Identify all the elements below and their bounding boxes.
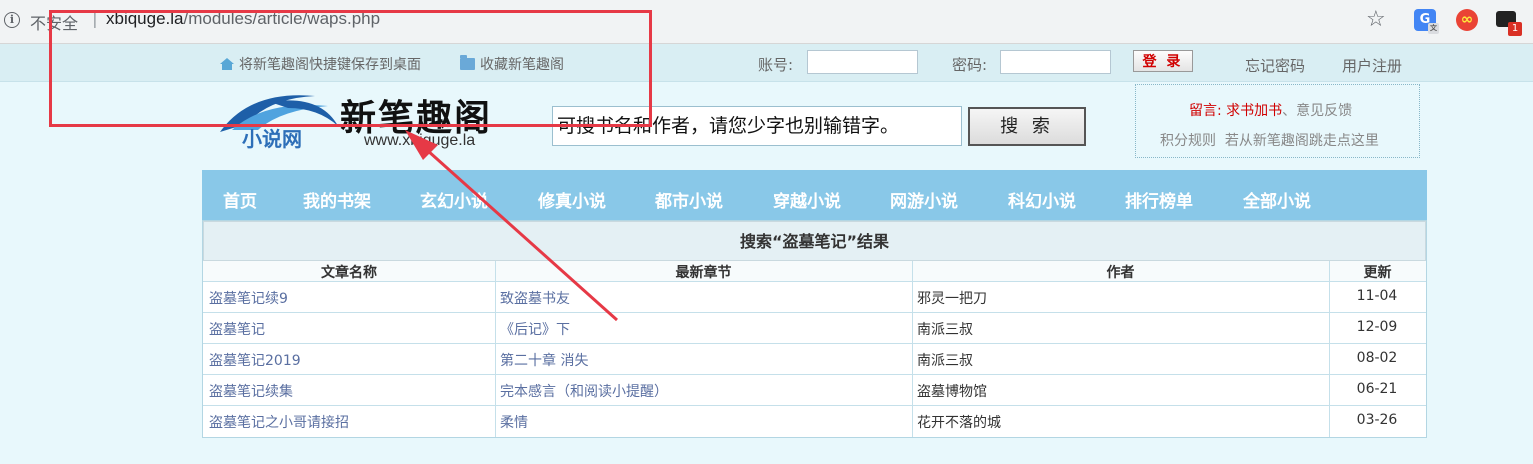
bookmark-star-icon[interactable]: ☆ (1366, 6, 1386, 34)
infinity-extension-icon[interactable]: ∞ (1456, 9, 1478, 31)
table-header: 文章名称 最新章节 作者 更新 (203, 261, 1426, 281)
table-row: 盗墓笔记续9 致盗墓书友 邪灵一把刀 11-04 (203, 281, 1426, 312)
col-header-chapter: 最新章节 (675, 265, 732, 281)
book-name-link[interactable]: 盗墓笔记2019 (209, 350, 301, 370)
logo-subtitle: 小说网 (242, 127, 302, 151)
col-header-name: 文章名称 (321, 265, 377, 281)
book-name-link[interactable]: 盗墓笔记续9 (209, 288, 288, 308)
login-button[interactable]: 登 录 (1133, 50, 1193, 72)
author-name: 南派三叔 (917, 322, 973, 338)
account-input[interactable] (807, 50, 918, 74)
notice-prefix: 留言: (1189, 103, 1222, 119)
nav-item-bookshelf[interactable]: 我的书架 (303, 187, 371, 212)
update-date: 03-26 (1356, 412, 1398, 428)
book-name-link[interactable]: 盗墓笔记续集 (209, 381, 293, 401)
update-date: 06-21 (1356, 381, 1398, 397)
register-link[interactable]: 用户注册 (1342, 55, 1402, 76)
table-row: 盗墓笔记之小哥请接招 柔情 花开不落的城 03-26 (203, 405, 1426, 436)
feedback-link[interactable]: 意见反馈 (1296, 103, 1352, 119)
logo-url: www.xbiquge.la (364, 132, 476, 149)
latest-chapter-link[interactable]: 《后记》下 (500, 319, 570, 339)
annotation-highlight-box (49, 10, 652, 127)
author-name: 邪灵一把刀 (917, 291, 987, 307)
account-label: 账号: (758, 56, 794, 74)
search-results-table: 搜索“盗墓笔记”结果 文章名称 最新章节 作者 更新 盗墓笔记续9 致盗墓书友 … (202, 220, 1427, 438)
author-name: 南派三叔 (917, 353, 973, 369)
nav-item-xiuzhen[interactable]: 修真小说 (538, 187, 606, 212)
results-title: 搜索“盗墓笔记”结果 (203, 221, 1426, 261)
notice-line-2: 积分规则 若从新笔趣阁跳走点这里 (1160, 130, 1379, 150)
nav-item-dushi[interactable]: 都市小说 (655, 187, 723, 212)
col-header-update: 更新 (1363, 265, 1392, 281)
author-name: 花开不落的城 (917, 415, 1001, 431)
nav-item-xuanhuan[interactable]: 玄幻小说 (420, 187, 488, 212)
col-header-author: 作者 (1106, 265, 1135, 281)
password-input[interactable] (1000, 50, 1111, 74)
book-name-link[interactable]: 盗墓笔记之小哥请接招 (209, 412, 349, 432)
latest-chapter-link[interactable]: 柔情 (500, 412, 528, 432)
latest-chapter-link[interactable]: 完本感言（和阅读小提醒） (500, 381, 668, 401)
table-row: 盗墓笔记 《后记》下 南派三叔 12-09 (203, 312, 1426, 343)
password-label: 密码: (952, 56, 988, 74)
translate-extension-icon[interactable]: G文 (1414, 9, 1439, 34)
main-nav: 首页 我的书架 玄幻小说 修真小说 都市小说 穿越小说 网游小说 科幻小说 排行… (202, 170, 1427, 220)
column-divider (912, 261, 913, 437)
nav-item-wangyou[interactable]: 网游小说 (890, 187, 958, 212)
extension-badge: 1 (1508, 22, 1522, 36)
update-date: 11-04 (1356, 288, 1398, 304)
update-date: 08-02 (1356, 350, 1398, 366)
redirect-link[interactable]: 若从新笔趣阁跳走点这里 (1225, 133, 1379, 149)
points-rules-link[interactable]: 积分规则 (1160, 133, 1216, 149)
notice-separator: 、 (1282, 103, 1297, 119)
nav-item-home[interactable]: 首页 (223, 187, 257, 212)
notice-line-1: 留言: 求书加书、意见反馈 (1189, 100, 1352, 120)
request-book-link[interactable]: 求书加书 (1226, 103, 1282, 119)
book-name-link[interactable]: 盗墓笔记 (209, 319, 265, 339)
nav-item-all[interactable]: 全部小说 (1243, 187, 1311, 212)
nav-item-chuanyue[interactable]: 穿越小说 (773, 187, 841, 212)
update-date: 12-09 (1356, 319, 1398, 335)
latest-chapter-link[interactable]: 第二十章 消失 (500, 350, 588, 370)
latest-chapter-link[interactable]: 致盗墓书友 (500, 288, 570, 308)
column-divider (495, 261, 496, 437)
forgot-password-link[interactable]: 忘记密码 (1245, 55, 1305, 76)
info-icon[interactable]: i (4, 12, 20, 28)
nav-item-ranking[interactable]: 排行榜单 (1125, 187, 1193, 212)
table-row: 盗墓笔记2019 第二十章 消失 南派三叔 08-02 (203, 343, 1426, 374)
column-divider (1329, 261, 1330, 437)
search-button[interactable]: 搜 索 (968, 107, 1086, 146)
nav-item-kehuan[interactable]: 科幻小说 (1008, 187, 1076, 212)
author-name: 盗墓博物馆 (917, 384, 987, 400)
table-row: 盗墓笔记续集 完本感言（和阅读小提醒） 盗墓博物馆 06-21 (203, 374, 1426, 405)
